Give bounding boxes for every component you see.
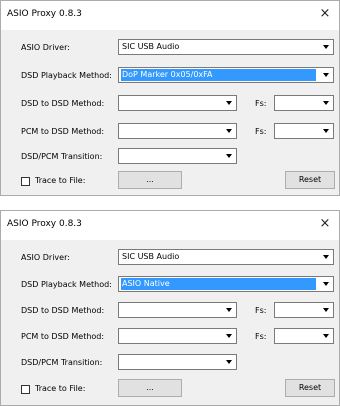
pcm-to-dsd-method-select[interactable] bbox=[118, 123, 237, 139]
dsd-to-dsd-fs-label: Fs: bbox=[255, 306, 267, 315]
pcm-to-dsd-method-label: PCM to DSD Method: bbox=[21, 127, 105, 136]
dsd-playback-method-label: DSD Playback Method: bbox=[21, 71, 112, 80]
browse-button[interactable]: ... bbox=[118, 379, 182, 397]
chevron-down-icon[interactable] bbox=[317, 329, 333, 343]
asio-driver-value: SIC USB Audio bbox=[122, 42, 180, 51]
browse-button[interactable]: ... bbox=[118, 171, 182, 189]
chevron-down-icon[interactable] bbox=[317, 68, 333, 82]
trace-to-file-label: Trace to File: bbox=[35, 384, 86, 393]
asio-driver-select[interactable]: SIC USB Audio bbox=[118, 249, 334, 265]
chevron-down-icon[interactable] bbox=[317, 303, 333, 317]
dsd-pcm-transition-select[interactable] bbox=[118, 148, 237, 164]
dsd-pcm-transition-label: DSD/PCM Transition: bbox=[21, 152, 103, 161]
pcm-to-dsd-fs-select[interactable] bbox=[274, 123, 334, 139]
dsd-to-dsd-method-select[interactable] bbox=[118, 95, 237, 111]
chevron-down-icon[interactable] bbox=[317, 40, 333, 54]
reset-button[interactable]: Reset bbox=[285, 171, 335, 189]
asio-driver-label: ASIO Driver: bbox=[21, 253, 70, 262]
dsd-to-dsd-fs-select[interactable] bbox=[274, 302, 334, 318]
asio-driver-label: ASIO Driver: bbox=[21, 43, 70, 52]
trace-to-file-label: Trace to File: bbox=[35, 176, 86, 185]
pcm-to-dsd-fs-select[interactable] bbox=[274, 328, 334, 344]
asio-driver-select[interactable]: SIC USB Audio bbox=[118, 39, 334, 55]
asio-proxy-window-2: ASIO Proxy 0.8.3 × ASIO Driver: SIC USB … bbox=[0, 210, 340, 406]
dsd-to-dsd-method-label: DSD to DSD Method: bbox=[21, 99, 105, 108]
chevron-down-icon[interactable] bbox=[220, 124, 236, 138]
dsd-to-dsd-fs-select[interactable] bbox=[274, 95, 334, 111]
asio-proxy-window-1: ASIO Proxy 0.8.3 × ASIO Driver: SIC USB … bbox=[0, 0, 340, 196]
dsd-to-dsd-fs-label: Fs: bbox=[255, 99, 267, 108]
chevron-down-icon[interactable] bbox=[220, 149, 236, 163]
chevron-down-icon[interactable] bbox=[220, 329, 236, 343]
dsd-to-dsd-method-label: DSD to DSD Method: bbox=[21, 306, 105, 315]
window-title: ASIO Proxy 0.8.3 bbox=[7, 9, 82, 19]
window-title: ASIO Proxy 0.8.3 bbox=[7, 219, 82, 229]
chevron-down-icon[interactable] bbox=[220, 303, 236, 317]
chevron-down-icon[interactable] bbox=[317, 250, 333, 264]
trace-to-file-checkbox[interactable] bbox=[21, 177, 30, 186]
chevron-down-icon[interactable] bbox=[317, 277, 333, 291]
dsd-pcm-transition-label: DSD/PCM Transition: bbox=[21, 358, 103, 367]
dsd-playback-method-value: DoP Marker 0x05/0xFA bbox=[121, 69, 316, 81]
reset-button[interactable]: Reset bbox=[285, 379, 335, 397]
chevron-down-icon[interactable] bbox=[220, 355, 236, 369]
close-icon[interactable]: × bbox=[311, 1, 339, 30]
title-bar: ASIO Proxy 0.8.3 × bbox=[1, 211, 339, 240]
pcm-to-dsd-fs-label: Fs: bbox=[255, 127, 267, 136]
dsd-to-dsd-method-select[interactable] bbox=[118, 302, 237, 318]
pcm-to-dsd-method-label: PCM to DSD Method: bbox=[21, 332, 105, 341]
asio-driver-value: SIC USB Audio bbox=[122, 252, 180, 261]
chevron-down-icon[interactable] bbox=[317, 124, 333, 138]
trace-to-file-checkbox[interactable] bbox=[21, 385, 30, 394]
pcm-to-dsd-method-select[interactable] bbox=[118, 328, 237, 344]
dsd-playback-method-select[interactable]: ASIO Native bbox=[118, 276, 334, 292]
title-bar: ASIO Proxy 0.8.3 × bbox=[1, 1, 339, 30]
chevron-down-icon[interactable] bbox=[317, 96, 333, 110]
close-icon[interactable]: × bbox=[311, 211, 339, 240]
pcm-to-dsd-fs-label: Fs: bbox=[255, 332, 267, 341]
dsd-playback-method-value: ASIO Native bbox=[121, 278, 316, 290]
dsd-playback-method-label: DSD Playback Method: bbox=[21, 280, 112, 289]
dsd-pcm-transition-select[interactable] bbox=[118, 354, 237, 370]
chevron-down-icon[interactable] bbox=[220, 96, 236, 110]
dsd-playback-method-select[interactable]: DoP Marker 0x05/0xFA bbox=[118, 67, 334, 83]
